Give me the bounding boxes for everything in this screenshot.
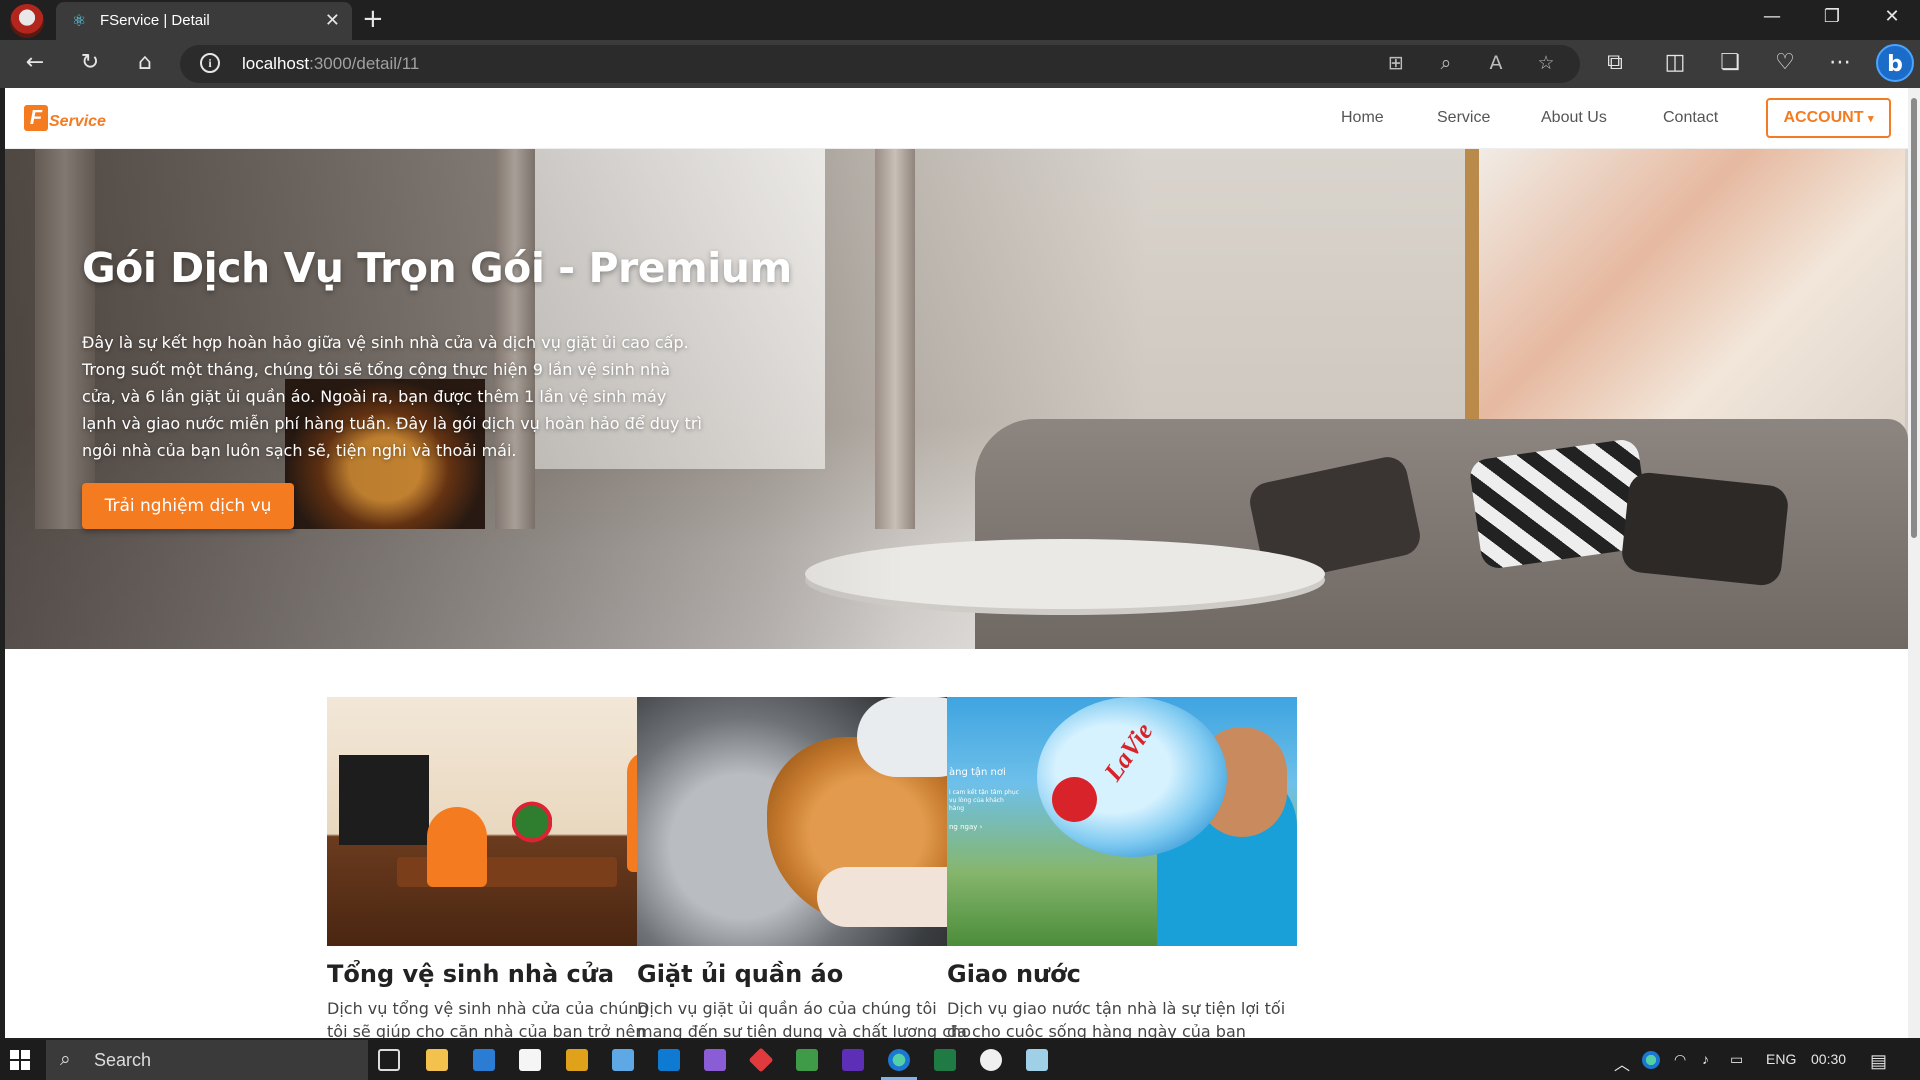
visual-studio-icon[interactable] [704,1049,726,1071]
taskbar-search[interactable]: ⌕ Search [46,1040,368,1080]
image-text: i cam kết tận tâm phục vụ lòng của khách… [949,789,1019,812]
home-icon[interactable]: ⌂ [130,50,160,76]
vscode-icon[interactable] [658,1049,680,1071]
hero-banner: Gói Dịch Vụ Trọn Gói - Premium Đây là sự… [5,149,1908,649]
browser-tab-active[interactable]: ⚛ FService | Detail ✕ [56,2,352,40]
service-card[interactable]: Tổng vệ sinh nhà cửa Dịch vụ tổng vệ sin… [327,697,677,1038]
app-icon[interactable] [612,1049,634,1071]
search-icon: ⌕ [60,1048,71,1070]
search-label: Search [94,1050,152,1070]
zoom-icon[interactable]: ⌕ [1432,52,1460,74]
windows-taskbar: ⌕ Search ︿ ◠ ♪ ▭ ENG 00:30 ▤ [0,1040,1920,1080]
edge-icon[interactable] [888,1049,910,1071]
nav-contact[interactable]: Contact [1663,109,1718,127]
notification-icon[interactable]: ▤ [1870,1051,1887,1072]
app-icon[interactable] [1026,1049,1048,1071]
logo-mark: F [24,105,48,131]
card-image-cleaning [327,697,677,946]
site-navbar: F Service Home Service About Us Contact A… [5,88,1908,149]
address-bar[interactable]: i localhost:3000/detail/11 ⊞ ⌕ A ☆ [180,45,1580,83]
back-icon[interactable]: ← [20,50,50,76]
card-description: Dịch vụ giặt ủi quần áo của chúng tôi ma… [637,999,971,1038]
close-window-icon[interactable]: ✕ [1872,6,1912,27]
page-scrollbar[interactable] [1908,88,1920,1038]
hero-description: Đây là sự kết hợp hoàn hảo giữa vệ sinh … [82,333,702,460]
split-screen-icon[interactable]: ◫ [1660,50,1690,76]
battery-icon[interactable]: ▭ [1730,1051,1743,1068]
edge-tray-icon[interactable] [1642,1051,1660,1069]
image-text: àng tận nơi [949,767,1006,778]
nav-home[interactable]: Home [1341,109,1384,127]
mail-icon[interactable] [473,1049,495,1071]
react-icon: ⚛ [71,11,87,30]
reload-icon[interactable]: ↻ [75,50,105,76]
task-view-icon[interactable] [378,1049,400,1071]
windows-start-icon[interactable] [10,1050,30,1070]
card-title: Giao nước [947,960,1081,988]
card-title: Tổng vệ sinh nhà cửa [327,960,615,988]
page-viewport: F Service Home Service About Us Contact A… [5,88,1908,1038]
file-explorer-icon[interactable] [426,1049,448,1071]
image-text: ng ngay › [949,823,983,831]
git-icon[interactable] [748,1047,774,1073]
browser-essentials-icon[interactable]: ♡ [1770,50,1800,76]
new-tab-button[interactable]: + [362,6,384,32]
caret-down-icon: ▾ [1867,113,1874,125]
hero-title: Gói Dịch Vụ Trọn Gói - Premium [82,244,792,292]
account-dropdown-button[interactable]: ACCOUNT ▾ [1766,98,1891,138]
card-description: Dịch vụ giao nước tận nhà là sự tiện lợi… [947,999,1286,1038]
app-icon[interactable] [980,1049,1002,1071]
app-icon[interactable] [566,1049,588,1071]
more-menu-icon[interactable]: ⋯ [1825,50,1855,76]
nav-service[interactable]: Service [1437,109,1490,127]
store-icon[interactable] [519,1049,541,1071]
logo-text: Service [49,113,106,130]
minimize-icon[interactable]: — [1752,6,1792,27]
wifi-icon[interactable]: ◠ [1674,1051,1686,1068]
scrollbar-thumb[interactable] [1911,98,1917,538]
card-image-laundry [637,697,987,946]
nodejs-icon[interactable] [796,1049,818,1071]
service-card[interactable]: LaVie àng tận nơi i cam kết tận tâm phục… [947,697,1297,1038]
favorite-star-icon[interactable]: ☆ [1532,52,1560,74]
read-aloud-icon[interactable]: A [1482,52,1510,74]
try-service-button[interactable]: Trải nghiệm dịch vụ [82,483,294,529]
language-indicator[interactable]: ENG [1766,1051,1796,1067]
tab-title: FService | Detail [100,12,210,29]
card-description: Dịch vụ tổng vệ sinh nhà cửa của chúng t… [327,999,649,1038]
clock[interactable]: 00:30 [1811,1051,1846,1067]
tray-chevron-icon[interactable]: ︿ [1614,1051,1630,1075]
jetbrains-icon[interactable] [842,1049,864,1071]
extensions-icon[interactable]: ⧉ [1600,50,1630,76]
service-card[interactable]: Giặt ủi quần áo Dịch vụ giặt ủi quần áo … [637,697,987,1038]
excel-icon[interactable] [934,1049,956,1071]
close-tab-icon[interactable]: ✕ [325,10,340,31]
site-info-icon[interactable]: i [200,53,220,73]
hero-pillow [1620,470,1790,588]
restore-icon[interactable]: ❐ [1812,6,1852,27]
collections-icon[interactable]: ❏ [1715,50,1745,76]
profile-avatar[interactable] [10,4,44,38]
browser-toolbar: ← ↻ ⌂ i localhost:3000/detail/11 ⊞ ⌕ A ☆… [0,40,1920,88]
copilot-icon[interactable]: b [1876,44,1914,82]
app-available-icon[interactable]: ⊞ [1382,52,1410,74]
card-title: Giặt ủi quần áo [637,960,844,988]
account-label: ACCOUNT [1783,109,1864,126]
browser-tab-bar: ⚛ FService | Detail ✕ + — ❐ ✕ [0,0,1920,40]
site-logo[interactable]: F Service [24,105,106,131]
url-text[interactable]: localhost:3000/detail/11 [242,54,419,74]
nav-about-us[interactable]: About Us [1541,109,1607,127]
volume-icon[interactable]: ♪ [1702,1051,1709,1067]
card-image-water-delivery: LaVie àng tận nơi i cam kết tận tâm phục… [947,697,1297,946]
